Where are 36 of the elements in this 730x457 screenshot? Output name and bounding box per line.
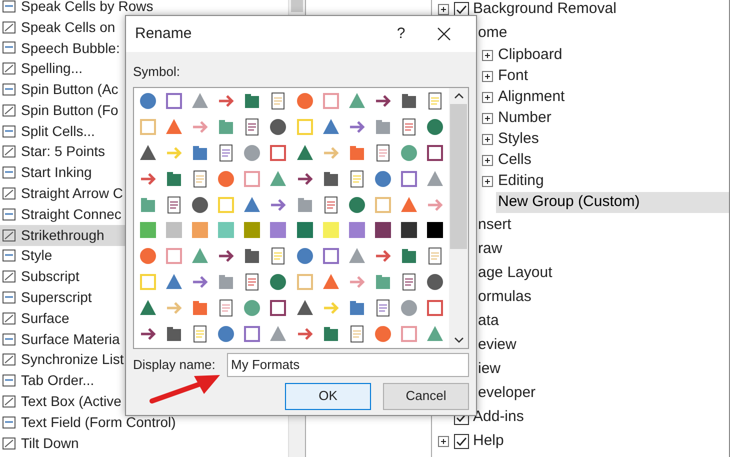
tree-label: Background Removal [472, 0, 618, 19]
command-label: Star: 5 Points [21, 142, 106, 162]
display-name-label: Display name: [133, 356, 216, 374]
command-label: Start Inking [21, 163, 92, 182]
tree-label: iew [477, 358, 502, 379]
tree-label: ormulas [477, 286, 532, 307]
command-label: Speak Cells by Rows [21, 0, 154, 16]
command-label: Split Cells... [21, 122, 95, 141]
command-label: Tab Order... [21, 371, 94, 390]
tree-label: eview [477, 334, 518, 355]
tree-label: Add-ins [472, 406, 525, 427]
window-title: Rename [135, 24, 193, 44]
tree-label: raw [477, 238, 504, 259]
command-label: Spin Button (Fo [21, 100, 118, 120]
command-label: Straight Arrow C [21, 184, 123, 204]
command-label: Surface [21, 308, 70, 328]
symbol-label: Symbol: [133, 63, 181, 81]
tree-label: ome [477, 22, 508, 43]
tree-label: age Layout [477, 262, 554, 283]
command-label: Surface Materia [21, 330, 120, 349]
command-label: Synchronize List [21, 350, 124, 370]
command-label: Text Box (Active [21, 392, 122, 412]
command-label: Spelling... [21, 59, 82, 78]
command-label: Text Field (Form Control) [21, 412, 176, 432]
command-label: Straight Connec [21, 204, 122, 224]
command-label: Tilt Down [21, 434, 79, 453]
command-label: Spin Button (Ac [21, 80, 118, 100]
command-label: Strikethrough [21, 226, 104, 245]
command-label: Style [21, 246, 52, 266]
command-label: Superscript [21, 288, 92, 308]
command-label: Speak Cells on [21, 18, 116, 37]
command-label: Speech Bubble: [21, 38, 120, 58]
tree-label: Help [472, 430, 505, 451]
tree-label: ata [477, 310, 500, 331]
command-label: Subscript [21, 267, 80, 286]
tree-label: nsert [477, 214, 512, 235]
